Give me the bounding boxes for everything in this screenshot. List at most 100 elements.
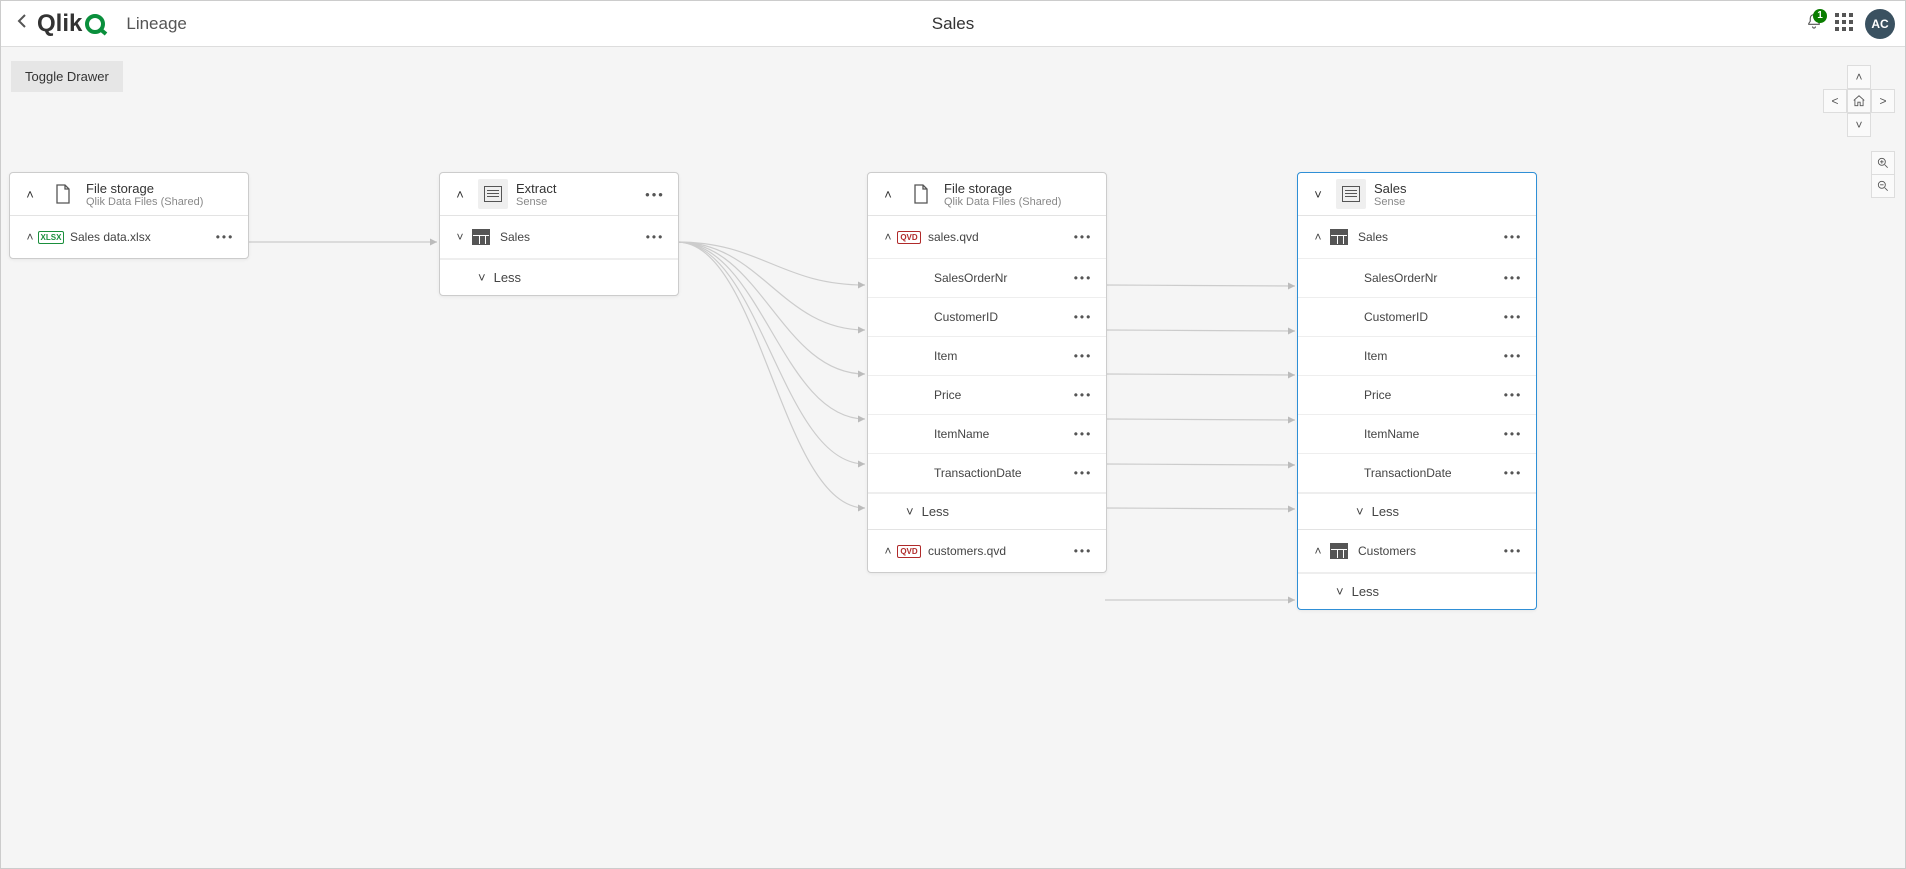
brand-logo: Qlik xyxy=(37,10,108,38)
xlsx-icon: XLSX xyxy=(40,228,62,246)
more-actions-button[interactable]: ••• xyxy=(1500,230,1526,244)
more-actions-button[interactable]: ••• xyxy=(1500,310,1526,324)
extract-icon xyxy=(478,179,508,209)
table-label: Customers xyxy=(1358,544,1416,558)
zoom-in-icon xyxy=(1876,156,1890,170)
less-toggle[interactable]: ˅ Less xyxy=(1298,493,1536,529)
field-row[interactable]: ItemName••• xyxy=(1298,415,1536,454)
breadcrumb: Lineage xyxy=(126,14,187,34)
notifications-button[interactable]: 1 xyxy=(1805,13,1823,34)
chevron-down-icon: ˅ xyxy=(906,504,914,519)
field-row[interactable]: Item••• xyxy=(868,337,1106,376)
collapse-toggle[interactable]: ˅ xyxy=(1308,187,1328,202)
collapse-toggle[interactable]: ˄ xyxy=(878,187,898,202)
expand-toggle[interactable]: ˄ xyxy=(1308,544,1328,558)
pan-left-button[interactable]: ˂ xyxy=(1823,89,1847,113)
more-actions-button[interactable]: ••• xyxy=(1500,271,1526,285)
pan-down-button[interactable]: ˅ xyxy=(1847,113,1871,137)
field-row[interactable]: TransactionDate••• xyxy=(868,454,1106,493)
more-actions-button[interactable]: ••• xyxy=(642,230,668,244)
more-actions-button[interactable]: ••• xyxy=(1500,466,1526,480)
notification-badge: 1 xyxy=(1813,9,1827,23)
table-row[interactable]: ˅ Sales ••• xyxy=(440,216,678,259)
expand-toggle[interactable]: ˅ xyxy=(450,230,470,244)
table-row-customers[interactable]: ˄ Customers ••• xyxy=(1298,529,1536,573)
expand-toggle[interactable]: ˄ xyxy=(878,230,898,244)
zoom-out-icon xyxy=(1876,179,1890,193)
qvd-icon: QVD xyxy=(898,228,920,246)
more-actions-button[interactable]: ••• xyxy=(1500,427,1526,441)
qvd-icon: QVD xyxy=(898,542,920,560)
more-actions-button[interactable]: ••• xyxy=(212,230,238,244)
collapse-toggle[interactable]: ˄ xyxy=(20,187,40,202)
file-row-sales-qvd[interactable]: ˄ QVD sales.qvd ••• xyxy=(868,216,1106,259)
pan-right-button[interactable]: ˃ xyxy=(1871,89,1895,113)
expand-toggle[interactable]: ˄ xyxy=(878,544,898,558)
less-toggle[interactable]: ˅ Less xyxy=(440,259,678,295)
pan-up-button[interactable]: ˄ xyxy=(1847,65,1871,89)
more-actions-button[interactable]: ••• xyxy=(1500,349,1526,363)
more-actions-button[interactable]: ••• xyxy=(1070,310,1096,324)
table-row-sales[interactable]: ˄ Sales ••• xyxy=(1298,216,1536,259)
card-subtitle: Sense xyxy=(1374,196,1407,208)
toggle-drawer-button[interactable]: Toggle Drawer xyxy=(11,61,123,92)
app-icon xyxy=(1336,179,1366,209)
node-file-storage-2[interactable]: ˄ File storage Qlik Data Files (Shared) … xyxy=(867,172,1107,573)
collapse-toggle[interactable]: ˄ xyxy=(450,187,470,202)
chevron-down-icon: ˅ xyxy=(478,270,486,285)
zoom-controls xyxy=(1871,151,1895,197)
field-row[interactable]: Price••• xyxy=(868,376,1106,415)
table-icon xyxy=(1328,542,1350,560)
file-icon xyxy=(48,179,78,209)
more-actions-button[interactable]: ••• xyxy=(1070,230,1096,244)
expand-toggle[interactable]: ˄ xyxy=(1308,230,1328,244)
more-actions-button[interactable]: ••• xyxy=(1070,544,1096,558)
card-subtitle: Sense xyxy=(516,196,556,208)
card-title: Sales xyxy=(1374,181,1407,196)
field-row[interactable]: TransactionDate••• xyxy=(1298,454,1536,493)
card-title: File storage xyxy=(86,181,203,196)
field-row[interactable]: CustomerID••• xyxy=(1298,298,1536,337)
zoom-out-button[interactable] xyxy=(1871,174,1895,198)
less-toggle[interactable]: ˅ Less xyxy=(868,493,1106,529)
pan-controls: ˄ ˂ ˃ ˅ xyxy=(1823,65,1895,137)
field-row[interactable]: Item••• xyxy=(1298,337,1536,376)
field-row[interactable]: ItemName••• xyxy=(868,415,1106,454)
node-sales-app[interactable]: ˅ Sales Sense ˄ Sales ••• SalesOrderNr••… xyxy=(1297,172,1537,610)
table-icon xyxy=(1328,228,1350,246)
more-actions-button[interactable]: ••• xyxy=(1500,544,1526,558)
back-button[interactable] xyxy=(13,10,31,37)
card-subtitle: Qlik Data Files (Shared) xyxy=(86,196,203,208)
chevron-down-icon: ˅ xyxy=(1356,504,1364,519)
file-row-customers-qvd[interactable]: ˄ QVD customers.qvd ••• xyxy=(868,529,1106,572)
more-actions-button[interactable]: ••• xyxy=(1500,388,1526,402)
zoom-in-button[interactable] xyxy=(1871,151,1895,175)
file-label: customers.qvd xyxy=(928,544,1006,558)
less-toggle[interactable]: ˅ Less xyxy=(1298,573,1536,609)
home-icon xyxy=(1852,94,1866,108)
grid-icon xyxy=(1835,13,1853,31)
more-actions-button[interactable]: ••• xyxy=(1070,349,1096,363)
more-actions-button[interactable]: ••• xyxy=(642,187,668,202)
page-title: Sales xyxy=(932,14,975,34)
node-extract[interactable]: ˄ Extract Sense ••• ˅ Sales ••• ˅ Less xyxy=(439,172,679,296)
file-icon xyxy=(906,179,936,209)
card-title: Extract xyxy=(516,181,556,196)
field-row[interactable]: Price••• xyxy=(1298,376,1536,415)
more-actions-button[interactable]: ••• xyxy=(1070,427,1096,441)
app-launcher-button[interactable] xyxy=(1835,13,1853,34)
more-actions-button[interactable]: ••• xyxy=(1070,466,1096,480)
pan-home-button[interactable] xyxy=(1847,89,1871,113)
field-row[interactable]: SalesOrderNr••• xyxy=(1298,259,1536,298)
table-icon xyxy=(470,228,492,246)
field-row[interactable]: SalesOrderNr••• xyxy=(868,259,1106,298)
card-title: File storage xyxy=(944,181,1061,196)
chevron-down-icon: ˅ xyxy=(1336,584,1344,599)
field-row[interactable]: CustomerID••• xyxy=(868,298,1106,337)
node-file-storage-1[interactable]: ˄ File storage Qlik Data Files (Shared) … xyxy=(9,172,249,259)
more-actions-button[interactable]: ••• xyxy=(1070,271,1096,285)
file-row[interactable]: ˄ XLSX Sales data.xlsx ••• xyxy=(10,216,248,258)
table-label: Sales xyxy=(500,230,530,244)
more-actions-button[interactable]: ••• xyxy=(1070,388,1096,402)
avatar[interactable]: AC xyxy=(1865,9,1895,39)
